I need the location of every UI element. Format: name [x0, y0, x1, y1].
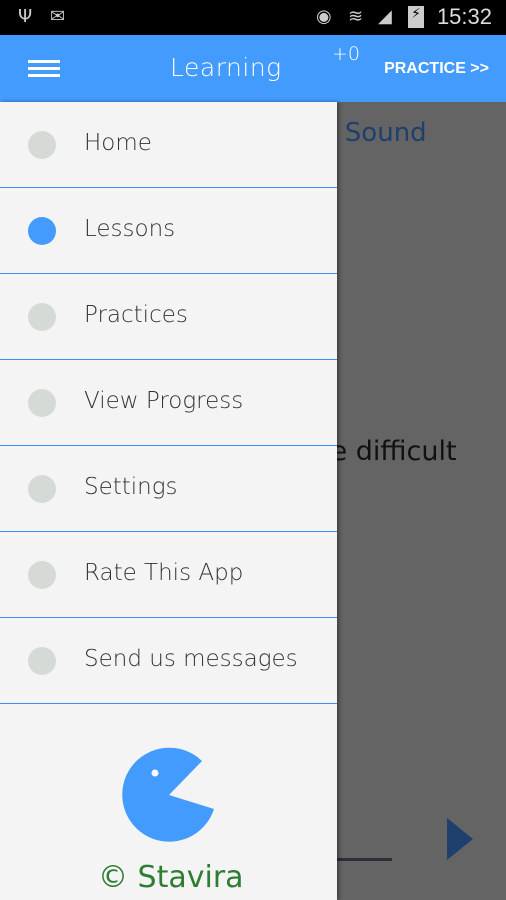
wifi-icon: ≋: [348, 6, 364, 27]
play-icon[interactable]: [447, 818, 473, 860]
navigation-drawer: Home Lessons Practices View Progress Setting…: [0, 102, 337, 900]
practice-button[interactable]: PRACTICE >>: [384, 60, 489, 78]
drawer-item-label: Send us messages: [84, 646, 298, 672]
drawer-item-lessons[interactable]: Lessons: [0, 188, 337, 274]
drawer-item-label: View Progress: [84, 388, 244, 414]
radio-indicator-icon: [28, 561, 56, 589]
status-bar: Ψ ✉ ◉ ≋ ◢ ⚡ 15:32: [0, 0, 506, 35]
menu-icon[interactable]: [28, 60, 60, 78]
drawer-item-settings[interactable]: Settings: [0, 446, 337, 532]
radio-indicator-icon: [28, 389, 56, 417]
drawer-item-label: Home: [84, 130, 152, 156]
drawer-item-practices[interactable]: Practices: [0, 274, 337, 360]
clock: 15:32: [436, 4, 492, 29]
score-badge: +0: [332, 43, 361, 65]
battery-charging-icon: ⚡: [408, 6, 424, 28]
usb-icon: Ψ: [18, 6, 33, 27]
lesson-text-line: te difficult: [320, 436, 457, 467]
drawer-item-home[interactable]: Home: [0, 102, 337, 188]
drawer-item-label: Lessons: [84, 216, 176, 242]
eye-icon: ◉: [316, 6, 332, 27]
gmail-icon: ✉: [50, 6, 66, 27]
drawer-item-label: Practices: [84, 302, 188, 328]
app-bar: Learning +0 PRACTICE >>: [0, 35, 506, 102]
radio-indicator-icon: [28, 217, 56, 245]
radio-indicator-icon: [28, 647, 56, 675]
radio-indicator-icon: [28, 303, 56, 331]
radio-indicator-icon: [28, 131, 56, 159]
stavira-logo: [122, 747, 214, 842]
drawer-item-label: Rate This App: [84, 560, 244, 586]
drawer-item-view-progress[interactable]: View Progress: [0, 360, 337, 446]
copyright: © Stavira: [98, 860, 244, 895]
audio-progress-bar[interactable]: [330, 858, 392, 861]
drawer-item-label: Settings: [84, 474, 178, 500]
drawer-item-send-us-messages[interactable]: Send us messages: [0, 618, 337, 704]
radio-indicator-icon: [28, 475, 56, 503]
signal-icon: ◢: [378, 6, 392, 27]
drawer-item-rate-this-app[interactable]: Rate This App: [0, 532, 337, 618]
page-title: Learning: [170, 53, 282, 82]
